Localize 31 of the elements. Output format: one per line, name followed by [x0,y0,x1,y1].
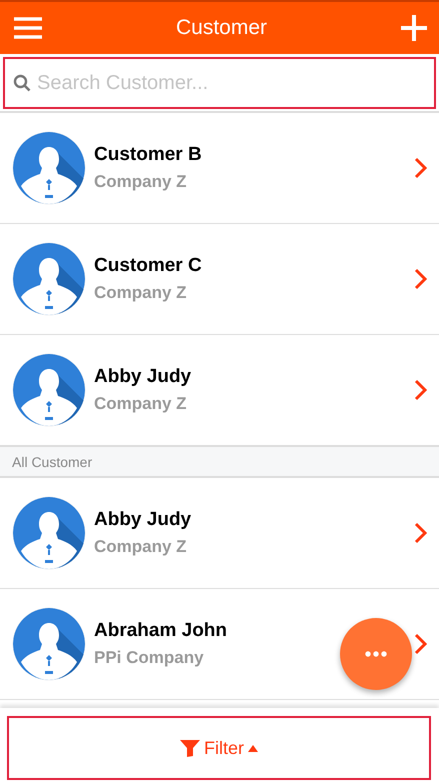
customer-name: Abby Judy [94,509,192,531]
avatar-icon [12,496,86,570]
customer-name: Customer C [94,255,202,277]
chevron-right-icon[interactable] [413,379,427,401]
avatar-icon [12,353,86,427]
menu-icon[interactable] [14,17,42,39]
customer-name: Customer B [94,144,202,166]
header-title: Customer [176,16,268,40]
company-name: Company Z [94,283,187,303]
customer-name: Abby Judy [94,366,192,388]
more-dots-icon [365,651,387,657]
chevron-right-icon[interactable] [413,157,427,179]
section-title: All Customer [12,454,92,470]
company-name: Company Z [94,537,187,557]
customer-name: Abraham John [94,620,228,642]
chevron-right-icon[interactable] [413,268,427,290]
search-field[interactable]: Search Customer... [3,57,436,109]
funnel-icon [180,739,200,757]
chevron-right-icon[interactable] [413,633,427,655]
more-button[interactable] [340,618,412,690]
avatar-icon [12,131,86,205]
avatar-icon [12,242,86,316]
plus-icon[interactable] [401,15,427,41]
chevron-right-icon[interactable] [413,522,427,544]
caret-up-icon [248,744,258,752]
avatar-icon [12,607,86,681]
company-name: Company Z [94,394,187,414]
filter-button[interactable]: Filter [7,716,431,780]
company-name: PPi Company [94,648,204,668]
company-name: Company Z [94,172,187,192]
search-icon [13,74,31,92]
